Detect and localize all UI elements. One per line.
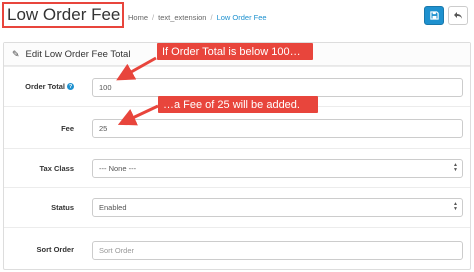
save-icon (429, 11, 439, 20)
breadcrumb-separator: / (152, 13, 155, 22)
breadcrumb-extension[interactable]: text_extension (158, 13, 206, 22)
order-total-input[interactable]: 100 (92, 78, 463, 97)
order-total-label: Order Total ? (25, 82, 74, 91)
tax-class-label: Tax Class (39, 164, 74, 173)
fee-label: Fee (61, 124, 74, 133)
save-button[interactable] (424, 6, 444, 25)
help-icon[interactable]: ? (67, 83, 74, 90)
breadcrumb-low-order-fee[interactable]: Low Order Fee (217, 13, 267, 22)
select-arrows-icon: ▲ ▼ (453, 201, 458, 212)
reply-icon (454, 12, 462, 19)
fee-input[interactable]: 25 (92, 119, 463, 138)
breadcrumb-home[interactable]: Home (128, 13, 148, 22)
breadcrumb: Home / text_extension / Low Order Fee (128, 13, 267, 22)
annotation-callout-order-total: If Order Total is below 100… (157, 43, 313, 60)
back-button[interactable] (448, 6, 468, 25)
status-label: Status (51, 203, 74, 212)
form-row-tax-class: Tax Class --- None --- ▲ ▼ (4, 148, 470, 187)
breadcrumb-separator: / (210, 13, 213, 22)
page-title-text: Low Order Fee (7, 5, 121, 24)
edit-panel: ✎ Edit Low Order Fee Total Order Total ?… (3, 42, 471, 270)
status-select[interactable]: Enabled ▲ ▼ (92, 198, 463, 217)
page-title: Low Order Fee (2, 2, 124, 28)
annotation-callout-fee: …a Fee of 25 will be added. (158, 96, 318, 113)
sort-order-input[interactable]: Sort Order (92, 241, 463, 260)
form-row-status: Status Enabled ▲ ▼ (4, 187, 470, 227)
select-arrows-icon: ▲ ▼ (453, 162, 458, 173)
pencil-icon: ✎ (12, 48, 20, 59)
panel-heading-text: Edit Low Order Fee Total (25, 48, 131, 60)
tax-class-select[interactable]: --- None --- ▲ ▼ (92, 159, 463, 178)
form-row-sort-order: Sort Order Sort Order (4, 227, 470, 270)
sort-order-label: Sort Order (36, 245, 74, 254)
